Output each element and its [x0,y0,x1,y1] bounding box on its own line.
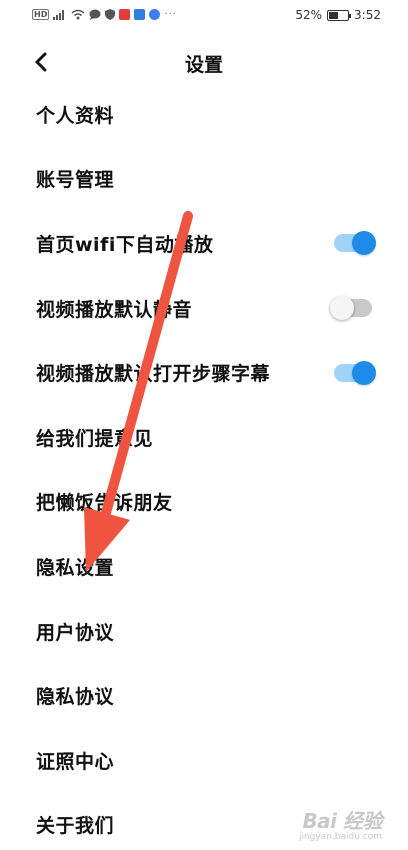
signal-icon [53,10,65,20]
settings-row[interactable]: 隐私协议 [0,663,408,728]
settings-row-label: 证照中心 [36,750,115,773]
shield-icon [105,9,116,20]
bulb-notification-icon [134,9,146,20]
music-notification-icon [149,9,161,20]
toggle-switch[interactable] [330,296,372,321]
settings-row-label: 视频播放默认打开步骤字幕 [36,363,271,386]
wifi-icon [71,9,85,20]
settings-row[interactable]: 个人资料 [0,82,408,147]
settings-row[interactable]: 给我们提意见 [0,405,408,470]
app-notification-icon [119,9,131,20]
battery-level [329,11,339,19]
settings-row-label: 隐私设置 [36,556,115,579]
status-icons: HD ··· [32,9,177,20]
message-icon [89,9,101,20]
settings-row-label: 视频播放默认静音 [36,298,193,321]
watermark-url: jingyan.baidu.com [298,832,382,842]
settings-row[interactable]: 证照中心 [0,728,408,793]
battery-icon [327,9,352,21]
nav-bar: 设置 [0,40,408,84]
settings-row-label: 首页wifi下自动播放 [36,233,214,256]
toggle-switch[interactable] [334,360,376,385]
settings-row-label: 用户协议 [36,621,115,644]
settings-menu: 个人资料账号管理首页wifi下自动播放 视频播放默认静音视频播放默认打开步骤字幕给… [0,82,408,850]
watermark-logo: Bai 经验 [302,809,382,833]
settings-row-label: 给我们提意见 [36,427,154,450]
settings-row[interactable]: 把懒饭告诉朋友 [0,470,408,535]
settings-row-label: 账号管理 [36,169,115,192]
toggle-knob [330,296,354,321]
settings-row[interactable]: 隐私设置 [0,534,408,599]
settings-row-label: 隐私协议 [36,686,115,709]
settings-row[interactable]: 用户协议 [0,599,408,664]
toggle-knob [352,360,376,385]
settings-row-label: 把懒饭告诉朋友 [36,492,173,515]
settings-row[interactable]: 视频播放默认静音 [0,276,408,341]
settings-row[interactable]: 视频播放默认打开步骤字幕 [0,340,408,405]
battery-percent: 52% [295,8,323,22]
settings-row-label: 关于我们 [36,815,115,838]
toggle-knob [352,231,376,256]
clock: 3:52 [354,8,381,22]
settings-row[interactable]: 首页wifi下自动播放 [0,211,408,276]
more-notifications-icon: ··· [164,9,177,20]
status-bar: HD ··· 52% 3:52 [0,0,408,32]
hd-icon: HD [32,9,50,20]
settings-row[interactable]: 账号管理 [0,147,408,212]
page-title: 设置 [184,54,223,76]
toggle-switch[interactable] [334,231,376,256]
status-right: 52% 3:52 [295,8,381,22]
settings-row-label: 个人资料 [36,104,115,127]
baidu-watermark: Bai 经验 jingyan.baidu.com [298,805,383,842]
